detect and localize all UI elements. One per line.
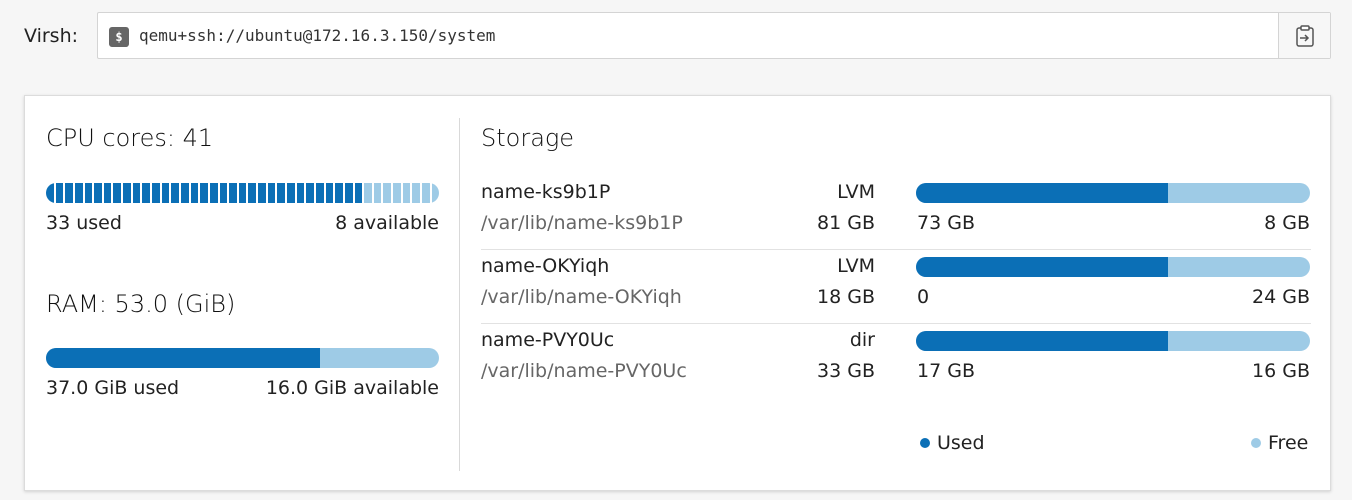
pool-type: dir — [849, 329, 875, 351]
cpu-core-used — [123, 183, 131, 203]
cpu-available-label: 8 available — [335, 212, 439, 234]
cpu-core-used — [238, 183, 247, 203]
cpu-core-used — [65, 183, 73, 203]
pool-usage-meter — [916, 331, 1310, 351]
cpu-core-used — [219, 183, 228, 203]
cpu-core-used — [103, 183, 112, 203]
pool-used-fill — [916, 183, 1169, 203]
cpu-core-used — [180, 183, 189, 203]
storage-title: Storage — [481, 124, 575, 152]
cpu-cores-meter — [46, 183, 439, 203]
cpu-core-free — [393, 183, 401, 203]
cpu-core-used — [190, 183, 199, 203]
cpu-core-used — [325, 183, 334, 203]
pool-size: 33 GB — [817, 360, 875, 382]
ram-used-fill — [46, 348, 321, 368]
pool-usage-meter — [916, 257, 1310, 277]
cpu-core-used — [277, 183, 286, 203]
cpu-core-free — [402, 183, 411, 203]
pool-path: /var/lib/name-ks9b1P — [481, 212, 683, 234]
pool-size: 81 GB — [817, 212, 875, 234]
legend-free-dot — [1251, 438, 1261, 448]
pool-used-fill — [916, 331, 1169, 351]
cpu-core-free — [412, 183, 420, 203]
cpu-core-free — [431, 183, 439, 203]
copy-to-clipboard-button[interactable] — [1278, 13, 1330, 58]
cpu-core-used — [296, 183, 305, 203]
pool-used-amount: 73 GB — [917, 212, 975, 234]
pool-free-amount: 24 GB — [1252, 286, 1310, 308]
cpu-core-used — [55, 183, 64, 203]
cpu-core-used — [84, 183, 93, 203]
pool-usage-meter — [916, 183, 1310, 203]
cpu-core-used — [315, 183, 324, 203]
cpu-core-used — [142, 183, 151, 203]
cpu-core-used — [229, 183, 237, 203]
cpu-core-used — [335, 183, 343, 203]
cpu-core-used — [248, 183, 257, 203]
terminal-icon: $ — [109, 27, 129, 47]
cpu-core-used — [74, 183, 83, 203]
pool-used-amount: 0 — [917, 286, 930, 308]
cpu-core-used — [161, 183, 170, 203]
pool-name[interactable]: name-PVY0Uc — [481, 328, 614, 352]
ram-available-label: 16.0 GiB available — [265, 377, 439, 399]
pool-used-fill — [916, 257, 1169, 277]
virsh-command-field[interactable]: $ qemu+ssh://ubuntu@172.16.3.150/system — [97, 12, 1331, 59]
cpu-core-used — [287, 183, 295, 203]
row-divider — [481, 249, 1311, 250]
row-divider — [481, 323, 1311, 324]
pool-path: /var/lib/name-PVY0Uc — [481, 360, 687, 382]
cpu-title: CPU cores: 41 — [46, 124, 214, 152]
cpu-core-used — [132, 183, 141, 203]
cpu-core-used — [209, 183, 218, 203]
cpu-core-free — [364, 183, 372, 203]
virsh-command-text[interactable]: qemu+ssh://ubuntu@172.16.3.150/system — [139, 26, 495, 46]
pool-name[interactable]: name-ks9b1P — [481, 180, 610, 204]
legend-free-label: Free — [1268, 432, 1309, 454]
cpu-core-free — [383, 183, 392, 203]
ram-used-label: 37.0 GiB used — [46, 377, 180, 399]
cpu-core-used — [113, 183, 122, 203]
cpu-core-used — [354, 183, 363, 203]
pool-name[interactable]: name-OKYiqh — [481, 254, 609, 278]
cpu-core-used — [344, 183, 353, 203]
column-divider — [459, 118, 460, 471]
pool-free-amount: 16 GB — [1252, 360, 1310, 382]
cpu-core-free — [421, 183, 430, 203]
cpu-core-used — [46, 183, 54, 203]
cpu-core-free — [373, 183, 382, 203]
legend-used-label: Used — [937, 432, 985, 454]
cpu-core-used — [200, 183, 208, 203]
pool-type: LVM — [837, 255, 875, 277]
pool-path: /var/lib/name-OKYiqh — [481, 286, 682, 308]
resources-card: CPU cores: 41 33 used 8 available RAM: 5… — [24, 95, 1331, 491]
cpu-core-used — [306, 183, 314, 203]
cpu-core-used — [267, 183, 276, 203]
ram-title: RAM: 53.0 (GiB) — [46, 290, 236, 318]
virsh-label: Virsh: — [24, 25, 79, 47]
cpu-core-used — [258, 183, 266, 203]
cpu-core-used — [171, 183, 179, 203]
cpu-used-label: 33 used — [46, 212, 122, 234]
cpu-core-used — [152, 183, 160, 203]
clipboard-icon — [1295, 24, 1314, 47]
legend-used-dot — [920, 438, 930, 448]
pool-used-amount: 17 GB — [917, 360, 975, 382]
pool-free-amount: 8 GB — [1264, 212, 1310, 234]
cpu-core-used — [94, 183, 102, 203]
pool-type: LVM — [837, 181, 875, 203]
pool-size: 18 GB — [817, 286, 875, 308]
ram-meter — [46, 348, 439, 368]
